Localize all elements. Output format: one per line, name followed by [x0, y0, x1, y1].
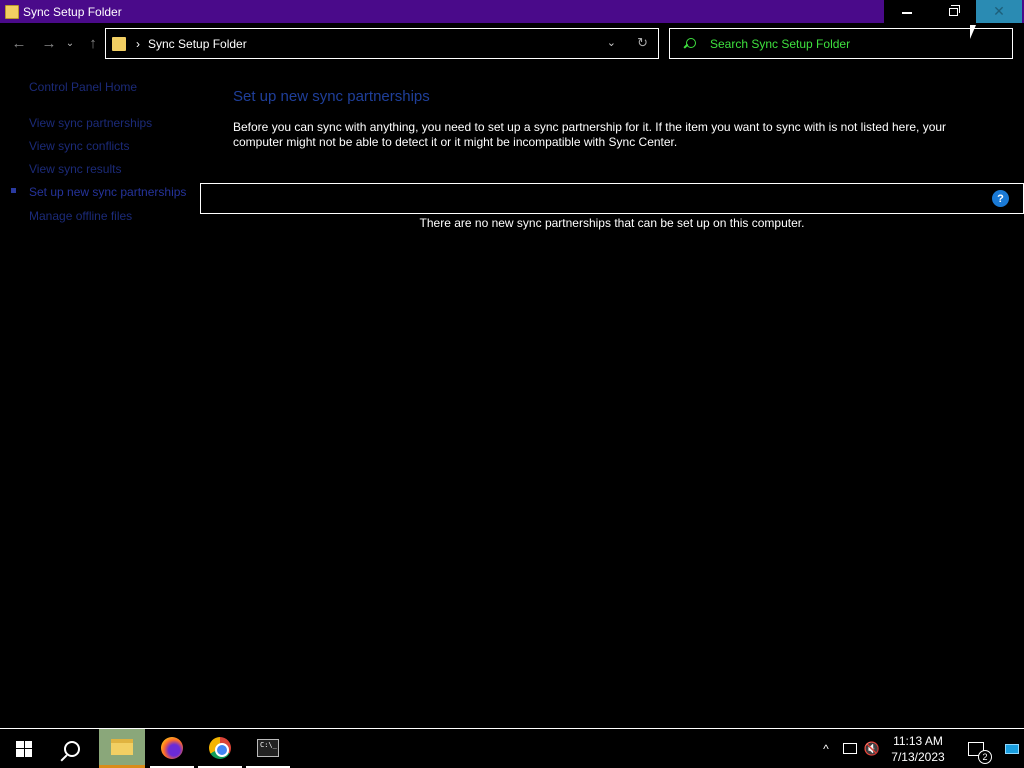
search-icon: [64, 740, 80, 757]
desktop-icon: [1005, 743, 1019, 754]
windows-logo-icon: [16, 740, 32, 757]
sidebar-item-set-up-new-sync-partnerships[interactable]: Set up new sync partnerships: [29, 185, 186, 199]
back-button[interactable]: ←: [8, 31, 30, 55]
search-input[interactable]: Search Sync Setup Folder: [710, 37, 850, 51]
show-hidden-icons-button[interactable]: ^: [815, 729, 837, 768]
clock[interactable]: 11:13 AM 7/13/2023: [885, 729, 951, 768]
mouse-pointer-icon: [970, 25, 976, 39]
sidebar-item-view-sync-results[interactable]: View sync results: [29, 162, 121, 176]
close-button[interactable]: ✕: [976, 0, 1022, 23]
empty-list-message: There are no new sync partnerships that …: [419, 216, 805, 230]
window-title: Sync Setup Folder: [23, 4, 122, 19]
main-content: Set up new sync partnerships Before you …: [200, 63, 1024, 728]
file-explorer-icon: [111, 739, 133, 755]
terminal-icon: C:\_: [257, 738, 279, 757]
sidebar-item-view-sync-partnerships[interactable]: View sync partnerships: [29, 116, 152, 130]
page-description: Before you can sync with anything, you n…: [233, 120, 947, 149]
navigation-bar: ← → ⌄ ↑ › Sync Setup Folder ⌄ ↻ Search S…: [0, 23, 1024, 63]
clock-time: 11:13 AM: [893, 733, 943, 748]
sidebar-item-manage-offline-files[interactable]: Manage offline files: [29, 209, 132, 223]
taskbar-file-explorer[interactable]: [99, 729, 145, 768]
start-button[interactable]: [0, 729, 48, 768]
address-bar[interactable]: › Sync Setup Folder ⌄ ↻: [105, 28, 659, 59]
network-tray-button[interactable]: [839, 729, 861, 768]
breadcrumb-separator-icon[interactable]: ›: [136, 37, 140, 51]
up-button[interactable]: ↑: [82, 31, 104, 55]
restore-icon: [948, 4, 960, 16]
chevron-down-icon[interactable]: ⌄: [607, 36, 616, 49]
taskbar-terminal[interactable]: C:\_: [246, 729, 290, 768]
folder-icon: [5, 4, 19, 19]
close-icon: ✕: [993, 3, 1005, 19]
title-bar: Sync Setup Folder ✕: [0, 0, 1024, 23]
active-item-bullet-icon: [11, 188, 16, 193]
breadcrumb-item[interactable]: Sync Setup Folder: [148, 37, 247, 51]
page-title: Set up new sync partnerships: [233, 88, 430, 105]
action-center-button[interactable]: 2: [956, 729, 996, 768]
notification-count-badge: 2: [978, 749, 992, 764]
refresh-icon[interactable]: ↻: [637, 35, 648, 51]
firefox-icon: [161, 736, 183, 759]
show-desktop-button[interactable]: [1000, 729, 1024, 768]
forward-button[interactable]: →: [38, 31, 60, 55]
taskbar-chrome[interactable]: [198, 729, 242, 768]
help-icon[interactable]: ?: [992, 190, 1009, 207]
recent-locations-button[interactable]: ⌄: [62, 31, 78, 55]
network-icon: [843, 743, 857, 754]
task-pane: Control Panel Home View sync partnership…: [0, 63, 200, 728]
sidebar-item-view-sync-conflicts[interactable]: View sync conflicts: [29, 139, 129, 153]
volume-muted-icon[interactable]: 🔇: [861, 729, 883, 768]
chrome-icon: [209, 736, 231, 759]
partnership-list[interactable]: ?: [200, 183, 1024, 214]
restore-button[interactable]: [930, 0, 976, 23]
search-box[interactable]: Search Sync Setup Folder: [669, 28, 1013, 59]
minimize-icon: [902, 11, 912, 14]
minimize-button[interactable]: [884, 0, 930, 23]
taskbar: C:\_ ^ 🔇 11:13 AM 7/13/2023 2: [0, 728, 1024, 768]
search-icon: [684, 37, 696, 50]
clock-date: 7/13/2023: [891, 749, 945, 764]
taskbar-search-button[interactable]: [48, 729, 96, 768]
folder-icon: [112, 36, 126, 51]
notification-icon: 2: [968, 741, 992, 764]
taskbar-firefox[interactable]: [150, 729, 194, 768]
control-panel-home-link[interactable]: Control Panel Home: [29, 80, 137, 94]
